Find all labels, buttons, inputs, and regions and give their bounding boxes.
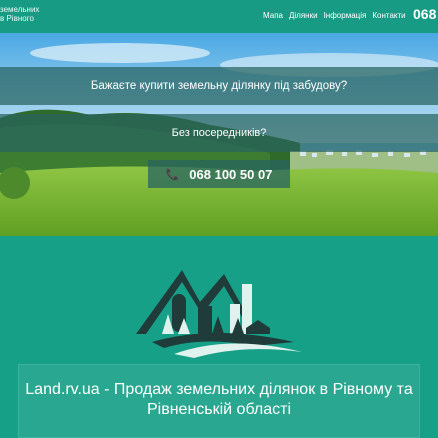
- site-header: земельних в Рівного Мапа Ділянки Інформа…: [0, 0, 438, 33]
- nav-info[interactable]: Інформація: [324, 11, 367, 20]
- brand-line-1: земельних: [0, 5, 40, 14]
- page-title: Land.rv.ua - Продаж земельних ділянок в …: [18, 364, 420, 438]
- hero-question: Бажаєте купити земельну ділянку під забу…: [0, 67, 438, 105]
- header-phone[interactable]: 068: [413, 6, 436, 22]
- hero-section: Бажаєте купити земельну ділянку під забу…: [0, 33, 438, 236]
- brand-name[interactable]: земельних в Рівного: [0, 5, 39, 23]
- nav-map[interactable]: Мапа: [263, 11, 283, 20]
- hero-subtitle: Без посередників?: [0, 114, 438, 152]
- main-nav: Мапа Ділянки Інформація Контакти: [263, 11, 412, 20]
- phone-icon: 📞: [165, 168, 180, 181]
- call-button[interactable]: 📞 068 100 50 07: [148, 160, 290, 188]
- nav-contacts[interactable]: Контакти: [372, 11, 405, 20]
- site-logo: [136, 270, 302, 358]
- brand-line-2: в Рівного: [0, 14, 34, 23]
- call-button-number: 068 100 50 07: [189, 166, 273, 182]
- nav-plots[interactable]: Ділянки: [289, 11, 318, 20]
